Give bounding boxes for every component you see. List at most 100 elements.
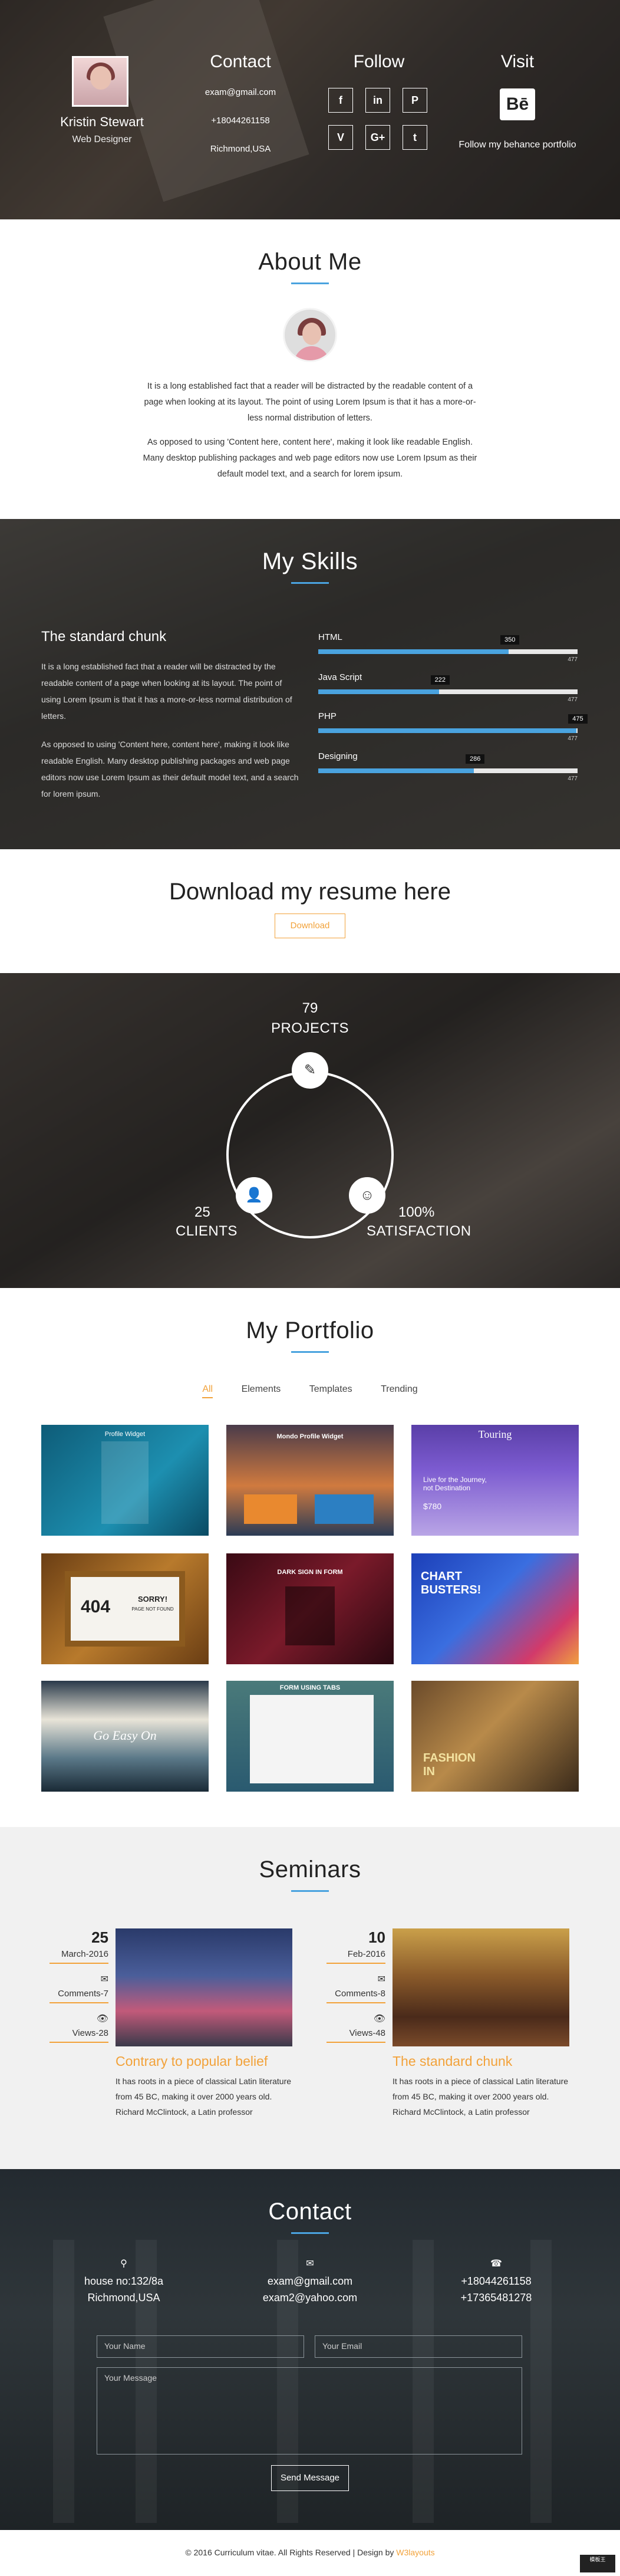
skills-paragraph-2: As opposed to using 'Content here, conte…	[41, 740, 299, 799]
seminar-meta: 10 Feb-2016 ✉ Comments-8 👁 Views-48	[327, 1928, 385, 2043]
clients-label: CLIENTS	[176, 1223, 238, 1239]
download-button[interactable]: Download	[275, 914, 345, 938]
skill-fill	[318, 689, 439, 694]
contact-section: Contact ⚲ house no:132/8a Richmond,USA ✉…	[0, 2169, 620, 2530]
map-marker-icon: ⚲	[120, 2259, 127, 2269]
download-section: Download my resume here Download	[0, 849, 620, 973]
linkedin-icon[interactable]: in	[365, 88, 390, 113]
skills-section: My Skills The standard chunk It is a lon…	[0, 519, 620, 849]
about-title: About Me	[258, 249, 362, 275]
envelope-icon: ✉	[377, 1974, 385, 1984]
seminar-image[interactable]	[393, 1928, 569, 2046]
name-field[interactable]: Your Name	[97, 2335, 304, 2358]
projects-label: PROJECTS	[271, 1020, 349, 1036]
seminar-image[interactable]	[116, 1928, 292, 2046]
skill-label: Designing	[318, 751, 358, 761]
behance-icon[interactable]: Bē	[500, 88, 535, 120]
header-visit-title: Visit	[500, 52, 535, 71]
envelope-icon: ✉	[306, 2259, 314, 2269]
tab-elements[interactable]: Elements	[242, 1384, 281, 1397]
contact-email-1[interactable]: exam@gmail.com	[233, 2273, 387, 2289]
portfolio-item-profile-widget[interactable]: Profile Widget	[41, 1425, 209, 1536]
seminars-title: Seminars	[259, 1857, 361, 1882]
skill-value: 350	[500, 635, 520, 645]
skills-title: My Skills	[262, 548, 358, 574]
about-section: About Me It is a long established fact t…	[0, 219, 620, 519]
skill-label: PHP	[318, 711, 337, 721]
eye-icon: 👁	[96, 2014, 108, 2024]
portfolio-tabs: All Elements Templates Trending	[0, 1384, 620, 1398]
profile-role: Web Designer	[72, 134, 132, 144]
envelope-icon: ✉	[100, 1974, 108, 1984]
portfolio-item-fashion[interactable]: FASHION IN	[411, 1681, 579, 1792]
portfolio-title: My Portfolio	[246, 1317, 374, 1343]
pinterest-icon[interactable]: P	[403, 88, 427, 113]
skill-value: 475	[568, 714, 588, 724]
vimeo-icon[interactable]: V	[328, 125, 353, 150]
google-plus-icon[interactable]: G+	[365, 125, 390, 150]
tab-all[interactable]: All	[202, 1384, 213, 1398]
header-follow-title: Follow	[353, 52, 405, 71]
facebook-icon[interactable]: f	[328, 88, 353, 113]
portfolio-item-chart-busters[interactable]: CHART BUSTERS!	[411, 1553, 579, 1664]
tab-trending[interactable]: Trending	[381, 1384, 418, 1397]
send-message-button[interactable]: Send Message	[271, 2465, 349, 2491]
portfolio-item-mondo-widget[interactable]: Mondo Profile Widget	[226, 1425, 394, 1536]
user-icon: 👤	[236, 1177, 272, 1214]
skill-bar: Java Script 222 477	[318, 672, 578, 703]
skill-fill	[318, 649, 509, 654]
skill-bar: HTML 350 477	[318, 632, 578, 663]
seminar-comments[interactable]: Comments-7	[50, 1989, 108, 1999]
site-badge: 模板王	[580, 2555, 615, 2572]
edit-icon: ✎	[292, 1052, 328, 1089]
skill-label: HTML	[318, 632, 342, 642]
seminar-divider	[327, 1963, 385, 1964]
satisfaction-label: SATISFACTION	[367, 1223, 471, 1239]
skill-max: 477	[568, 776, 578, 782]
seminar-divider	[50, 1963, 108, 1964]
contact-phones: +18044261158 +17365481278	[460, 2275, 532, 2304]
seminars-section: Seminars 25 March-2016 ✉ Comments-7 👁 Vi…	[0, 1827, 620, 2169]
title-underline	[291, 1351, 329, 1353]
satisfaction-count: 100%	[398, 1204, 435, 1220]
footer: © 2016 Curriculum vitae. All Rights Rese…	[0, 2530, 620, 2576]
header-banner: Kristin Stewart Web Designer Contact exa…	[0, 0, 620, 219]
stats-section: 79 PROJECTS ✎ 👤 ☺ 25 CLIENTS 100% SATISF…	[0, 973, 620, 1288]
tumblr-icon[interactable]: t	[403, 125, 427, 150]
portfolio-item-form-tabs[interactable]: FORM USING TABS	[226, 1681, 394, 1792]
tab-templates[interactable]: Templates	[309, 1384, 352, 1397]
header-email[interactable]: exam@gmail.com	[182, 87, 299, 97]
clients-count: 25	[194, 1204, 210, 1220]
projects-count: 79	[302, 1000, 318, 1016]
portfolio-section: My Portfolio All Elements Templates Tren…	[0, 1288, 620, 1827]
email-field[interactable]: Your Email	[315, 2335, 522, 2358]
message-field[interactable]: Your Message	[97, 2367, 522, 2455]
portfolio-item-dark-sign-in[interactable]: DARK SIGN IN FORM	[226, 1553, 394, 1664]
about-paragraph-2: As opposed to using 'Content here, conte…	[143, 438, 477, 479]
seminar-month: Feb-2016	[347, 1949, 385, 1959]
header-contact-title: Contact	[210, 52, 271, 71]
behance-link[interactable]: Follow my behance portfolio	[459, 139, 576, 151]
seminar-divider	[50, 2002, 108, 2003]
seminar-divider	[327, 2042, 385, 2043]
profile-name: Kristin Stewart	[60, 114, 144, 129]
skill-bar: PHP 475 477	[318, 711, 588, 742]
portfolio-item-go-easy-on[interactable]: Go Easy On	[41, 1681, 209, 1792]
footer-link[interactable]: W3layouts	[396, 2548, 434, 2557]
seminar-views: Views-48	[349, 2028, 385, 2038]
portfolio-item-touring[interactable]: Touring Live for the Journey, not Destin…	[411, 1425, 579, 1536]
seminar-heading[interactable]: Contrary to popular belief	[116, 2053, 268, 2069]
seminar-heading[interactable]: The standard chunk	[393, 2053, 512, 2069]
phone-icon: ☎	[490, 2259, 502, 2269]
seminar-comments[interactable]: Comments-8	[327, 1989, 385, 1999]
portfolio-item-404[interactable]: 404 SORRY! PAGE NOT FOUND	[41, 1553, 209, 1664]
seminar-views: Views-28	[72, 2028, 108, 2038]
contact-email-2[interactable]: exam2@yahoo.com	[233, 2289, 387, 2306]
seminar-day: 10	[368, 1928, 385, 1946]
seminar-day: 25	[91, 1928, 108, 1946]
header-city: Richmond,USA	[210, 144, 271, 154]
skill-bar: Designing 286 477	[318, 751, 578, 782]
skill-max: 477	[568, 696, 578, 703]
title-underline	[291, 282, 329, 284]
about-paragraph-1: It is a long established fact that a rea…	[144, 382, 476, 423]
